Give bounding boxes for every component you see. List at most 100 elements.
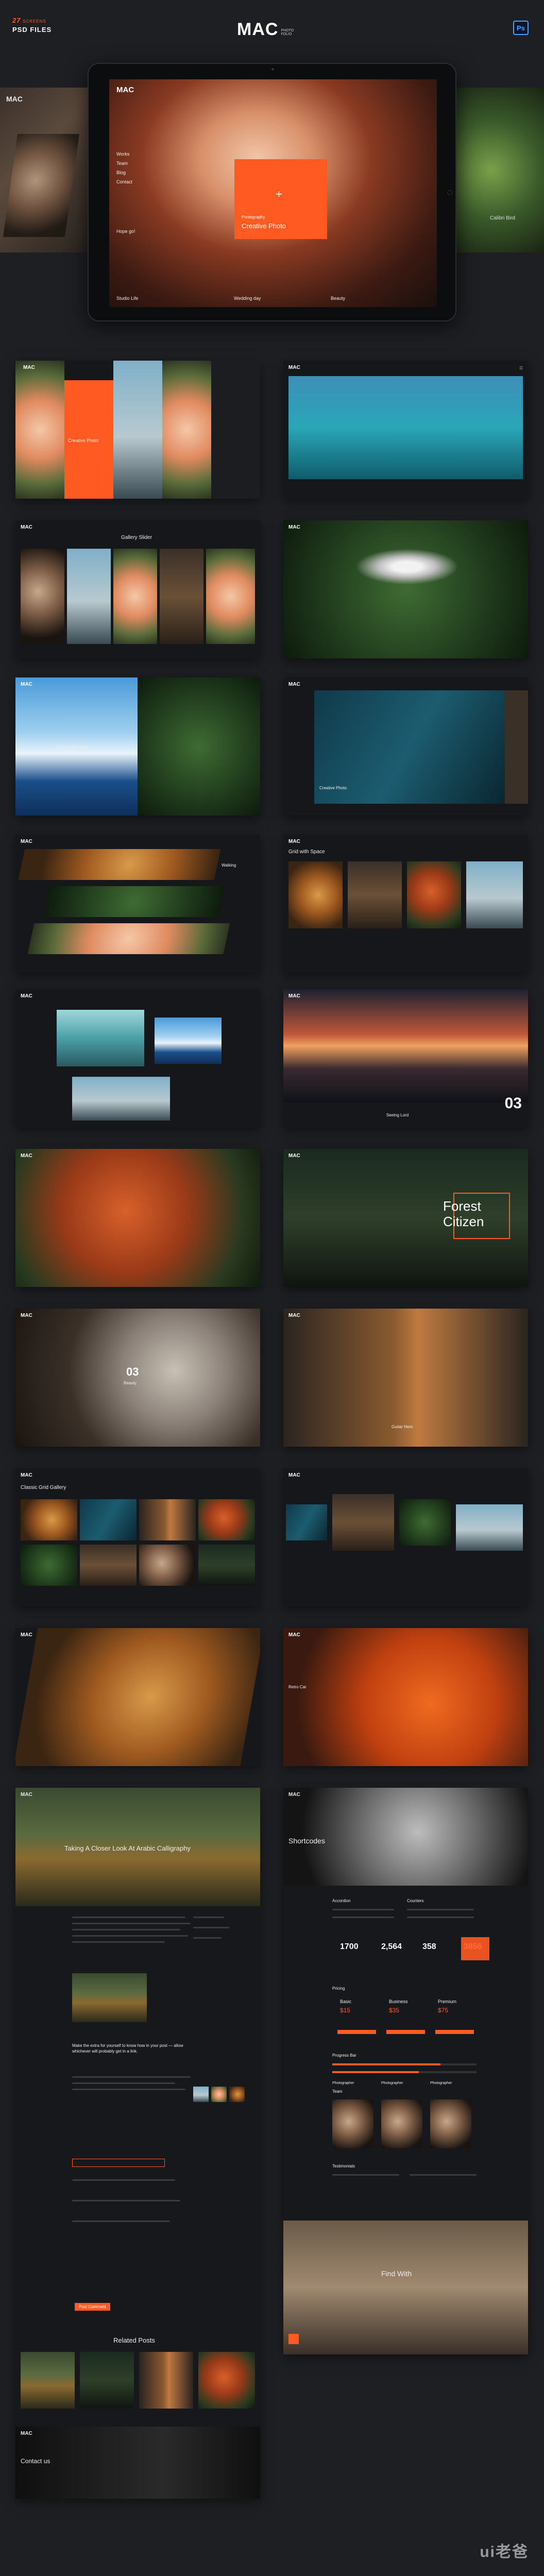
buy-button[interactable]: [435, 2030, 474, 2034]
tile-logo[interactable]: MAC: [288, 839, 300, 844]
tile-caption: Guitar Hero: [392, 1425, 413, 1429]
tile-logo[interactable]: MAC: [288, 1632, 300, 1638]
tile-logo[interactable]: MAC: [21, 1153, 32, 1159]
contact-logo[interactable]: MAC: [21, 2431, 32, 2436]
tile-image: [288, 376, 523, 479]
tile-image: [348, 861, 402, 928]
post-comment-button[interactable]: Post Comment: [75, 2303, 110, 2311]
tile-logo[interactable]: MAC: [23, 365, 35, 370]
tile-image: [80, 1499, 137, 1540]
tile-title: Gallery Slider: [121, 535, 152, 540]
tile-logo[interactable]: MAC: [288, 1153, 300, 1159]
screen-tile[interactable]: MAC Guitar Hero: [283, 1309, 528, 1447]
team-photo: [381, 2099, 422, 2148]
tile-image: [15, 1149, 260, 1287]
tablet-camera: [271, 68, 274, 71]
shortcodes-logo[interactable]: MAC: [288, 1792, 300, 1798]
tile-logo[interactable]: MAC: [288, 365, 300, 370]
page: 27 SCREENS PSD FILES MAC PHOTO FOLIO Ps …: [0, 0, 544, 2576]
related-post-image[interactable]: [21, 2352, 75, 2409]
tile-logo[interactable]: MAC: [21, 1313, 32, 1318]
related-post-image[interactable]: [80, 2352, 134, 2409]
menu-icon[interactable]: ☰: [519, 366, 523, 370]
section-label: Team: [332, 2089, 343, 2094]
screen-tile[interactable]: MAC 03 Beauty: [15, 1309, 260, 1447]
tablet-footer-item[interactable]: Studio Life: [116, 296, 139, 301]
featured-card-category: Photography: [242, 215, 265, 219]
featured-card[interactable]: + Photography Creative Photo: [234, 159, 327, 239]
contact-title: Contact us: [21, 2458, 50, 2465]
tile-logo[interactable]: MAC: [21, 993, 32, 999]
counter-value: 2,564: [381, 1942, 402, 1951]
related-post-image[interactable]: [198, 2352, 255, 2409]
screen-tile[interactable]: MAC Grid with Space: [283, 835, 528, 973]
tile-logo[interactable]: MAC: [21, 524, 32, 530]
tile-caption: Beauty: [124, 1381, 137, 1385]
screen-tile[interactable]: MAC Walking: [15, 835, 260, 973]
screen-tile[interactable]: MAC Classic Grid Gallery: [15, 1468, 260, 1606]
tile-caption: Creative Photo: [68, 438, 99, 443]
tile-logo[interactable]: MAC: [21, 839, 32, 844]
screen-tile[interactable]: MAC: [283, 520, 528, 658]
screen-count-unit: SCREENS: [22, 19, 46, 24]
tile-image: [160, 549, 203, 644]
team-photo: [332, 2099, 373, 2148]
blog-logo[interactable]: MAC: [21, 1792, 32, 1798]
sidebar-thumb: [193, 2087, 209, 2102]
tile-image: [206, 549, 255, 644]
tile-logo[interactable]: MAC: [288, 524, 300, 530]
buy-button[interactable]: [386, 2030, 425, 2034]
tile-logo[interactable]: MAC: [21, 682, 32, 687]
tile-image: [139, 1499, 196, 1540]
screen-tile[interactable]: MAC: [15, 1149, 260, 1287]
tile-logo[interactable]: MAC: [288, 1313, 300, 1318]
tile-logo[interactable]: MAC: [288, 1472, 300, 1478]
related-post-image[interactable]: [139, 2352, 193, 2409]
comment-input[interactable]: [72, 2159, 165, 2167]
tile-logo[interactable]: MAC: [21, 1472, 32, 1478]
tablet-menu-blog[interactable]: Blog: [116, 170, 126, 175]
screen-tile[interactable]: MAC: [283, 1468, 528, 1606]
top-header: 27 SCREENS PSD FILES MAC PHOTO FOLIO Ps: [0, 0, 544, 62]
tile-logo[interactable]: MAC: [21, 1632, 32, 1638]
screen-tile[interactable]: MAC: [15, 1628, 260, 1766]
logo-text: MAC: [237, 20, 279, 39]
tablet-footer-item[interactable]: Wedding day: [234, 296, 261, 301]
tile-image: [407, 861, 461, 928]
team-name: Photographer: [332, 2081, 354, 2085]
screen-tile[interactable]: MAC Forest Citizen: [283, 1149, 528, 1287]
text-line: [72, 2200, 180, 2201]
text-line: [72, 1929, 180, 1930]
screen-tile[interactable]: MAC Retro Car: [283, 1628, 528, 1766]
tile-image: [139, 1545, 196, 1586]
tablet-logo[interactable]: MAC: [116, 86, 134, 94]
tile-logo[interactable]: MAC: [288, 993, 300, 999]
tile-image: [15, 361, 64, 499]
tablet-menu-contact[interactable]: Contact: [116, 179, 132, 184]
tablet-footer-item[interactable]: Beauty: [331, 296, 345, 301]
tablet-menu-works[interactable]: Works: [116, 151, 129, 157]
tablet-menu-team[interactable]: Team: [116, 161, 128, 166]
plus-icon: +: [276, 188, 282, 200]
sidebar-line: [193, 1917, 224, 1918]
hero-right-image: [456, 88, 544, 252]
plan-price: $15: [340, 2007, 351, 2014]
buy-button[interactable]: [337, 2030, 376, 2034]
screen-tile[interactable]: MAC Snow Mountain: [15, 677, 260, 816]
sidebar-thumb: [211, 2087, 227, 2102]
tile-image: [113, 361, 162, 499]
section-label: Accordion: [332, 1899, 351, 1903]
screen-tile[interactable]: MAC Gallery Slider: [15, 520, 260, 658]
tile-image: [18, 849, 221, 880]
text-line: [72, 1941, 165, 1943]
team-photo: [430, 2099, 471, 2148]
screen-tile[interactable]: MAC Creative Photo: [283, 677, 528, 816]
tile-logo[interactable]: MAC: [288, 682, 300, 687]
hero-left-preview: MAC: [0, 88, 88, 252]
screen-tile[interactable]: MAC 03 Seeing Lord: [283, 989, 528, 1127]
tile-image: [283, 989, 528, 1103]
screen-tile[interactable]: MAC: [15, 989, 260, 1127]
screen-tile[interactable]: MAC Creative Photo: [15, 361, 260, 499]
screen-tile[interactable]: MAC ☰: [283, 361, 528, 499]
counter-highlight: [461, 1937, 489, 1960]
